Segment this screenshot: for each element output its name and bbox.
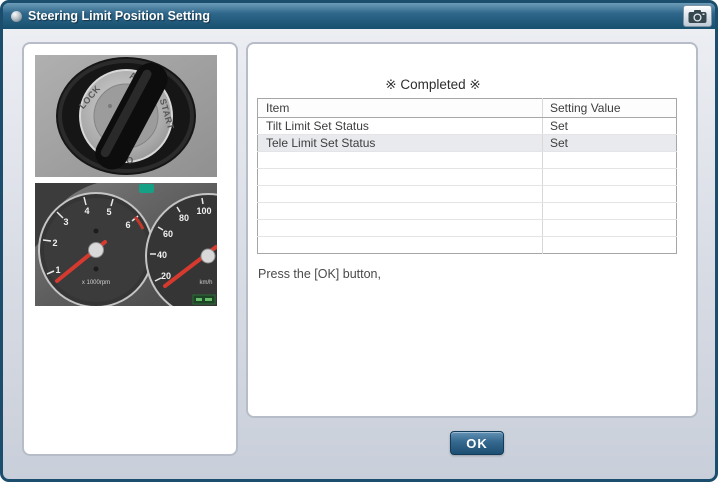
tach-number-4: 4 [84, 206, 89, 216]
completed-heading: ※ Completed ※ [248, 77, 618, 93]
settings-table: Item Setting Value Tilt Limit Set Status… [257, 98, 677, 254]
speedo-number-40: 40 [157, 250, 167, 260]
table-cell: Tilt Limit Set Status [258, 118, 543, 135]
instruction-text: Press the [OK] button, [258, 267, 381, 281]
column-header-setting-value: Setting Value [543, 99, 677, 118]
table-cell [258, 203, 543, 220]
table-cell [543, 237, 677, 254]
tach-number-6: 6 [125, 220, 130, 230]
window-title: Steering Limit Position Setting [28, 9, 210, 23]
titlebar[interactable]: Steering Limit Position Setting [3, 3, 715, 29]
speedo-number-100: 100 [196, 206, 211, 216]
instrument-cluster-photo: 1 2 3 4 5 6 x 1000rpm [35, 183, 217, 306]
table-cell: Set [543, 118, 677, 135]
table-row [258, 220, 677, 237]
table-row [258, 237, 677, 254]
speedo-number-20: 20 [161, 271, 171, 281]
tach-number-1: 1 [55, 265, 60, 275]
table-header-row: Item Setting Value [258, 99, 677, 118]
camera-icon [688, 9, 707, 24]
result-panel: ※ Completed ※ Item Setting Value Tilt Li… [246, 42, 698, 418]
dialog-content: LOCK ACC START ON [3, 29, 715, 479]
table-cell [258, 237, 543, 254]
table-cell: Tele Limit Set Status [258, 135, 543, 152]
table-cell [543, 186, 677, 203]
table-row [258, 169, 677, 186]
tach-unit-label: x 1000rpm [82, 280, 110, 286]
table-cell [258, 152, 543, 169]
column-header-item: Item [258, 99, 543, 118]
speedo-number-80: 80 [179, 213, 189, 223]
table-row [258, 186, 677, 203]
instrument-cluster-graphic: 1 2 3 4 5 6 x 1000rpm [35, 183, 217, 306]
table-row [258, 203, 677, 220]
table-cell [258, 169, 543, 186]
table-cell [258, 220, 543, 237]
reference-images-panel: LOCK ACC START ON [22, 42, 238, 456]
table-cell [543, 152, 677, 169]
table-row: Tele Limit Set StatusSet [258, 135, 677, 152]
table-cell [258, 186, 543, 203]
table-cell [543, 169, 677, 186]
tach-number-5: 5 [106, 207, 111, 217]
turn-indicator-lamp [139, 184, 154, 193]
tach-number-3: 3 [63, 217, 68, 227]
table-row [258, 152, 677, 169]
odometer-display [193, 295, 215, 304]
speedo-number-60: 60 [163, 229, 173, 239]
table-cell [543, 220, 677, 237]
app-sphere-icon [11, 11, 22, 22]
ok-button[interactable]: OK [450, 431, 504, 455]
table-cell: Set [543, 135, 677, 152]
ignition-key-graphic: LOCK ACC START ON [35, 55, 217, 177]
settings-table-container: Item Setting Value Tilt Limit Set Status… [257, 98, 677, 254]
speedo-unit-label: km/h [199, 280, 212, 286]
tachometer-gauge: 1 2 3 4 5 6 x 1000rpm [39, 193, 153, 306]
tach-number-2: 2 [52, 238, 57, 248]
table-cell [543, 203, 677, 220]
ignition-key-photo: LOCK ACC START ON [35, 55, 217, 177]
settings-table-body: Tilt Limit Set StatusSetTele Limit Set S… [258, 118, 677, 254]
screenshot-button[interactable] [683, 5, 712, 27]
table-row: Tilt Limit Set StatusSet [258, 118, 677, 135]
steering-limit-dialog: Steering Limit Position Setting [0, 0, 718, 482]
